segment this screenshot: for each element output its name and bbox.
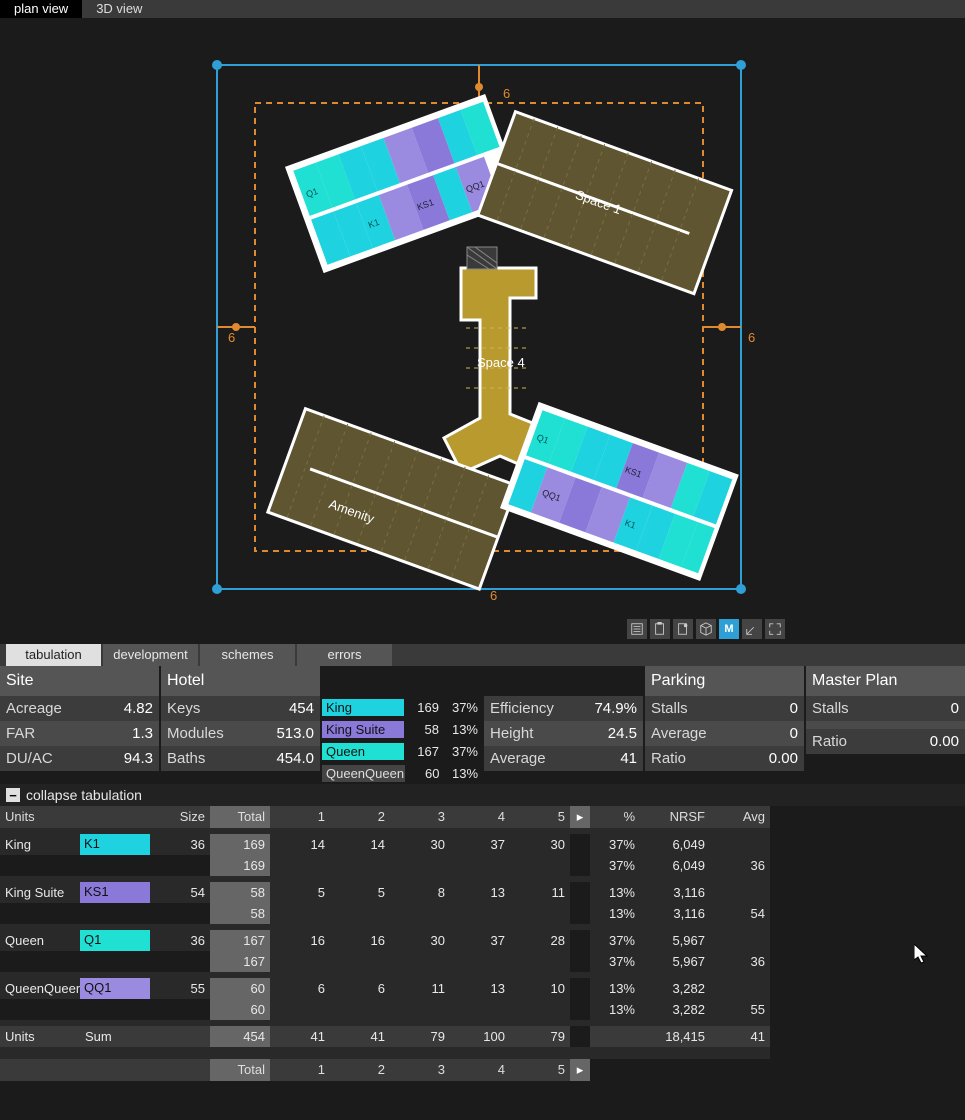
tab-schemes[interactable]: schemes — [200, 644, 295, 666]
mix-swatch: King Suite — [322, 721, 404, 738]
tab-errors[interactable]: errors — [297, 644, 392, 666]
view-tabs: plan view 3D view — [0, 0, 965, 18]
btn-cube-icon[interactable] — [696, 619, 716, 639]
btn-mode-m[interactable]: M — [719, 619, 739, 639]
summary-master: Master Plan Stalls0 Ratio0.00 — [806, 666, 965, 784]
summary-hotel-title: Hotel — [161, 666, 320, 696]
summary-site: Site Acreage4.82 FAR1.3 DU/AC94.3 — [0, 666, 159, 784]
summary-parking: Parking Stalls0 Average0 Ratio0.00 — [645, 666, 804, 784]
cursor-icon — [914, 944, 932, 966]
mix-swatch: King — [322, 699, 404, 716]
floorplan-svg[interactable]: 6 6 6 6 Q1 K1 KS1 QQ1 — [0, 18, 965, 644]
plan-viewport[interactable]: 6 6 6 6 Q1 K1 KS1 QQ1 — [0, 18, 965, 644]
summary-site-title: Site — [0, 666, 159, 696]
svg-text:6: 6 — [228, 330, 235, 345]
svg-text:6: 6 — [490, 588, 497, 603]
btn-dimension-icon[interactable] — [742, 619, 762, 639]
collapse-label: collapse tabulation — [26, 787, 142, 803]
tab-development[interactable]: development — [103, 644, 198, 666]
btn-list-icon[interactable] — [627, 619, 647, 639]
summary-mix: . King16937%King Suite5813%Queen16737%Qu… — [322, 666, 482, 784]
summary-panel: Site Acreage4.82 FAR1.3 DU/AC94.3 Hotel … — [0, 666, 965, 784]
btn-fullscreen-icon[interactable] — [765, 619, 785, 639]
tab-tabulation[interactable]: tabulation — [6, 644, 101, 666]
btn-pin-icon[interactable] — [673, 619, 693, 639]
svg-text:Space 4: Space 4 — [477, 355, 525, 370]
svg-text:6: 6 — [748, 330, 755, 345]
summary-metrics: . Efficiency74.9% Height24.5 Average41 — [484, 666, 643, 784]
svg-text:6: 6 — [503, 86, 510, 101]
scroll-right-button-2[interactable]: ▸ — [570, 1059, 590, 1081]
lower-tabs: tabulation development schemes errors — [0, 644, 965, 666]
mix-swatch: QueenQueen — [322, 765, 405, 782]
tab-3d-view[interactable]: 3D view — [82, 0, 156, 18]
viewport-toolbar: M — [627, 619, 785, 639]
tabulation-table: UnitsSizeTotal12345▸%NRSFAvgKingK1361691… — [0, 806, 965, 1081]
scroll-right-button[interactable]: ▸ — [570, 806, 590, 828]
collapse-bar: − collapse tabulation — [0, 784, 965, 806]
mix-swatch: Queen — [322, 743, 404, 760]
collapse-button[interactable]: − — [6, 788, 20, 802]
tab-plan-view[interactable]: plan view — [0, 0, 82, 18]
summary-hotel: Hotel Keys454 Modules513.0 Baths454.0 — [161, 666, 320, 784]
btn-clipboard-icon[interactable] — [650, 619, 670, 639]
